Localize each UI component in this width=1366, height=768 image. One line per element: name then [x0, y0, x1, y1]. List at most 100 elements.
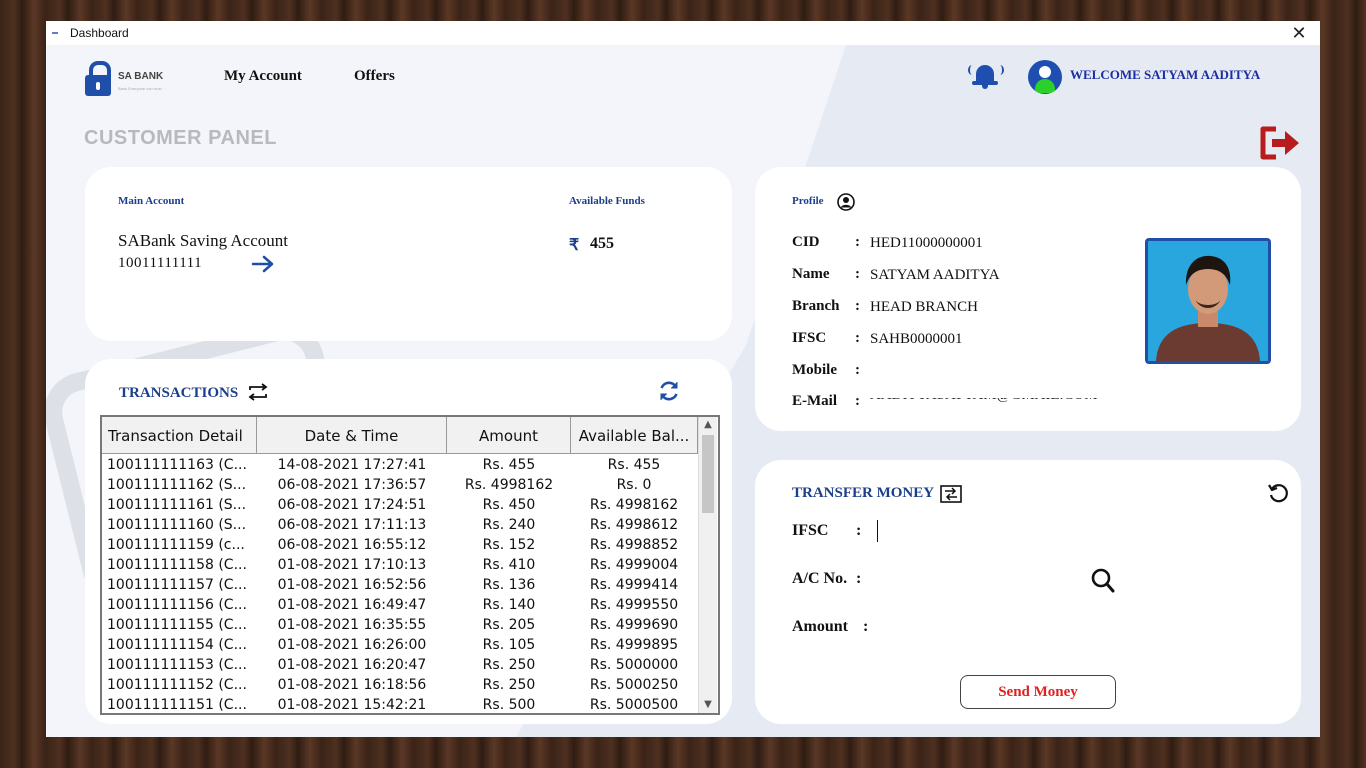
cell-available-balance: Rs. 4999550 — [589, 597, 679, 613]
cell-transaction-detail: 100111111151 (C... — [107, 697, 247, 713]
cell-available-balance: Rs. 5000250 — [589, 677, 679, 693]
table-row[interactable]: 100111111155 (C... 01-08-2021 16:35:55 Rs.… — [102, 615, 698, 635]
cell-transaction-detail: 100111111154 (C... — [107, 637, 247, 653]
profile-label-email: E-Mail — [792, 393, 837, 409]
cell-available-balance: Rs. 5000500 — [589, 697, 679, 713]
cell-date-time: 01-08-2021 16:26:00 — [277, 637, 427, 653]
account-card: Main Account Available Funds SABank Savi… — [85, 167, 732, 341]
amount-input[interactable] — [877, 616, 1181, 640]
table-row[interactable]: 100111111153 (C... 01-08-2021 16:20:47 Rs.… — [102, 655, 698, 675]
table-row[interactable]: 100111111156 (C... 01-08-2021 16:49:47 Rs.… — [102, 595, 698, 615]
transfer-icon — [940, 485, 962, 503]
cell-amount: Rs. 105 — [482, 637, 536, 653]
account-number-label: A/C No. — [792, 570, 848, 587]
profile-colon-mobile: : — [855, 362, 860, 378]
profile-value-cid: HED11000000001 — [870, 235, 983, 251]
table-row[interactable]: 100111111162 (S... 06-08-2021 17:36:57 Rs.… — [102, 475, 698, 495]
transactions-table[interactable]: Transaction Detail Date & Time Amount Av… — [100, 415, 720, 715]
available-funds-value: 455 — [590, 235, 614, 252]
cell-transaction-detail: 100111111156 (C... — [107, 597, 247, 613]
profile-value-ifsc: SAHB0000001 — [870, 331, 963, 347]
table-row[interactable]: 100111111158 (C... 01-08-2021 17:10:13 Rs.… — [102, 555, 698, 575]
cell-amount: Rs. 250 — [482, 657, 536, 673]
column-date-time[interactable]: Date & Time — [257, 417, 447, 453]
cell-amount: Rs. 410 — [482, 557, 536, 573]
scroll-down-icon[interactable]: ▼ — [699, 697, 717, 713]
transfer-title: TRANSFER MONEY — [792, 485, 935, 501]
ifsc-input[interactable] — [877, 520, 1186, 542]
ifsc-colon: : — [856, 522, 862, 539]
table-row[interactable]: 100111111159 (c... 06-08-2021 16:55:12 Rs.… — [102, 535, 698, 555]
account-number: 10011111111 — [118, 255, 203, 271]
account-name: SABank Saving Account — [118, 231, 288, 250]
app-icon — [52, 32, 58, 34]
dashboard: SA BANK Bank Everyone can trust My Accou… — [46, 45, 1320, 737]
bell-wave-right — [996, 65, 1004, 75]
cell-amount: Rs. 240 — [482, 517, 536, 533]
search-icon[interactable] — [1091, 568, 1115, 594]
table-row[interactable]: 100111111152 (C... 01-08-2021 16:18:56 Rs.… — [102, 675, 698, 695]
cell-transaction-detail: 100111111161 (S... — [107, 497, 247, 513]
send-money-button[interactable]: Send Money — [960, 675, 1116, 709]
scroll-thumb[interactable] — [702, 435, 714, 513]
cell-available-balance: Rs. 4998162 — [589, 497, 679, 513]
profile-value-branch: HEAD BRANCH — [870, 299, 978, 315]
cell-amount: Rs. 152 — [482, 537, 536, 553]
scroll-up-icon[interactable]: ▲ — [699, 417, 717, 433]
table-row[interactable]: 100111111160 (S... 06-08-2021 17:11:13 Rs.… — [102, 515, 698, 535]
cell-available-balance: Rs. 5000000 — [589, 657, 679, 673]
cell-transaction-detail: 100111111160 (S... — [107, 517, 247, 533]
transactions-title: TRANSACTIONS — [119, 385, 239, 401]
reset-icon[interactable] — [1267, 482, 1289, 504]
cell-amount: Rs. 455 — [482, 457, 536, 473]
avatar-head — [1039, 66, 1051, 78]
table-row[interactable]: 100111111163 (C... 14-08-2021 17:27:41 Rs.… — [102, 455, 698, 475]
avatar-body — [1035, 79, 1055, 93]
logo-brand: SA BANK — [118, 71, 164, 82]
user-avatar-icon[interactable] — [1028, 60, 1062, 94]
column-available-balance[interactable]: Available Bal... — [571, 417, 698, 453]
refresh-icon[interactable] — [657, 379, 681, 403]
profile-photo-image — [1148, 241, 1268, 361]
cell-date-time: 14-08-2021 17:27:41 — [277, 457, 427, 473]
profile-label-mobile: Mobile — [792, 362, 837, 378]
cell-available-balance: Rs. 4999414 — [589, 577, 679, 593]
bell-icon[interactable] — [968, 62, 1004, 92]
profile-photo — [1145, 238, 1271, 364]
column-amount[interactable]: Amount — [447, 417, 571, 453]
cell-amount: Rs. 205 — [482, 617, 536, 633]
profile-value-name: SATYAM AADITYA — [870, 267, 1000, 283]
table-row[interactable]: 100111111161 (S... 06-08-2021 17:24:51 Rs.… — [102, 495, 698, 515]
cell-transaction-detail: 100111111155 (C... — [107, 617, 247, 633]
user-circle-icon — [837, 193, 855, 211]
table-row[interactable]: 100111111157 (C... 01-08-2021 16:52:56 Rs.… — [102, 575, 698, 595]
table-row[interactable]: 100111111151 (C... 01-08-2021 15:42:21 Rs.… — [102, 695, 698, 713]
cell-amount: Rs. 250 — [482, 677, 536, 693]
cell-date-time: 01-08-2021 16:20:47 — [277, 657, 427, 673]
profile-colon-ifsc: : — [855, 330, 860, 346]
profile-label-ifsc: IFSC — [792, 330, 827, 346]
bank-logo[interactable]: SA BANK Bank Everyone can trust — [84, 61, 174, 101]
arrow-right-icon[interactable] — [251, 255, 275, 273]
cell-available-balance: Rs. 4999895 — [589, 637, 679, 653]
vertical-scrollbar[interactable]: ▲ ▼ — [698, 417, 717, 713]
account-number-input[interactable] — [873, 568, 1087, 592]
window-title: Dashboard — [70, 26, 129, 40]
close-button[interactable]: ✕ — [1284, 22, 1314, 44]
cell-date-time: 01-08-2021 16:49:47 — [277, 597, 427, 613]
lock-keyhole — [96, 82, 100, 90]
cell-date-time: 06-08-2021 17:11:13 — [277, 517, 427, 533]
nav-offers[interactable]: Offers — [354, 68, 395, 85]
cell-date-time: 01-08-2021 17:10:13 — [277, 557, 427, 573]
cell-amount: Rs. 450 — [482, 497, 536, 513]
logout-icon[interactable] — [1258, 123, 1302, 163]
main-account-label: Main Account — [118, 195, 185, 207]
profile-card: Profile CID: HED11000000001 Name: SATYAM AA… — [755, 167, 1301, 431]
cell-date-time: 06-08-2021 17:36:57 — [277, 477, 427, 493]
app-window: Dashboard ✕ SA BANK Bank Everyone can tr… — [46, 21, 1320, 737]
cell-transaction-detail: 100111111153 (C... — [107, 657, 247, 673]
nav-my-account[interactable]: My Account — [224, 68, 302, 85]
table-row[interactable]: 100111111154 (C... 01-08-2021 16:26:00 Rs.… — [102, 635, 698, 655]
column-transaction-detail[interactable]: Transaction Detail — [102, 417, 257, 453]
transfer-card: TRANSFER MONEY IFSC : A/C No. : Amount : — [755, 460, 1301, 724]
